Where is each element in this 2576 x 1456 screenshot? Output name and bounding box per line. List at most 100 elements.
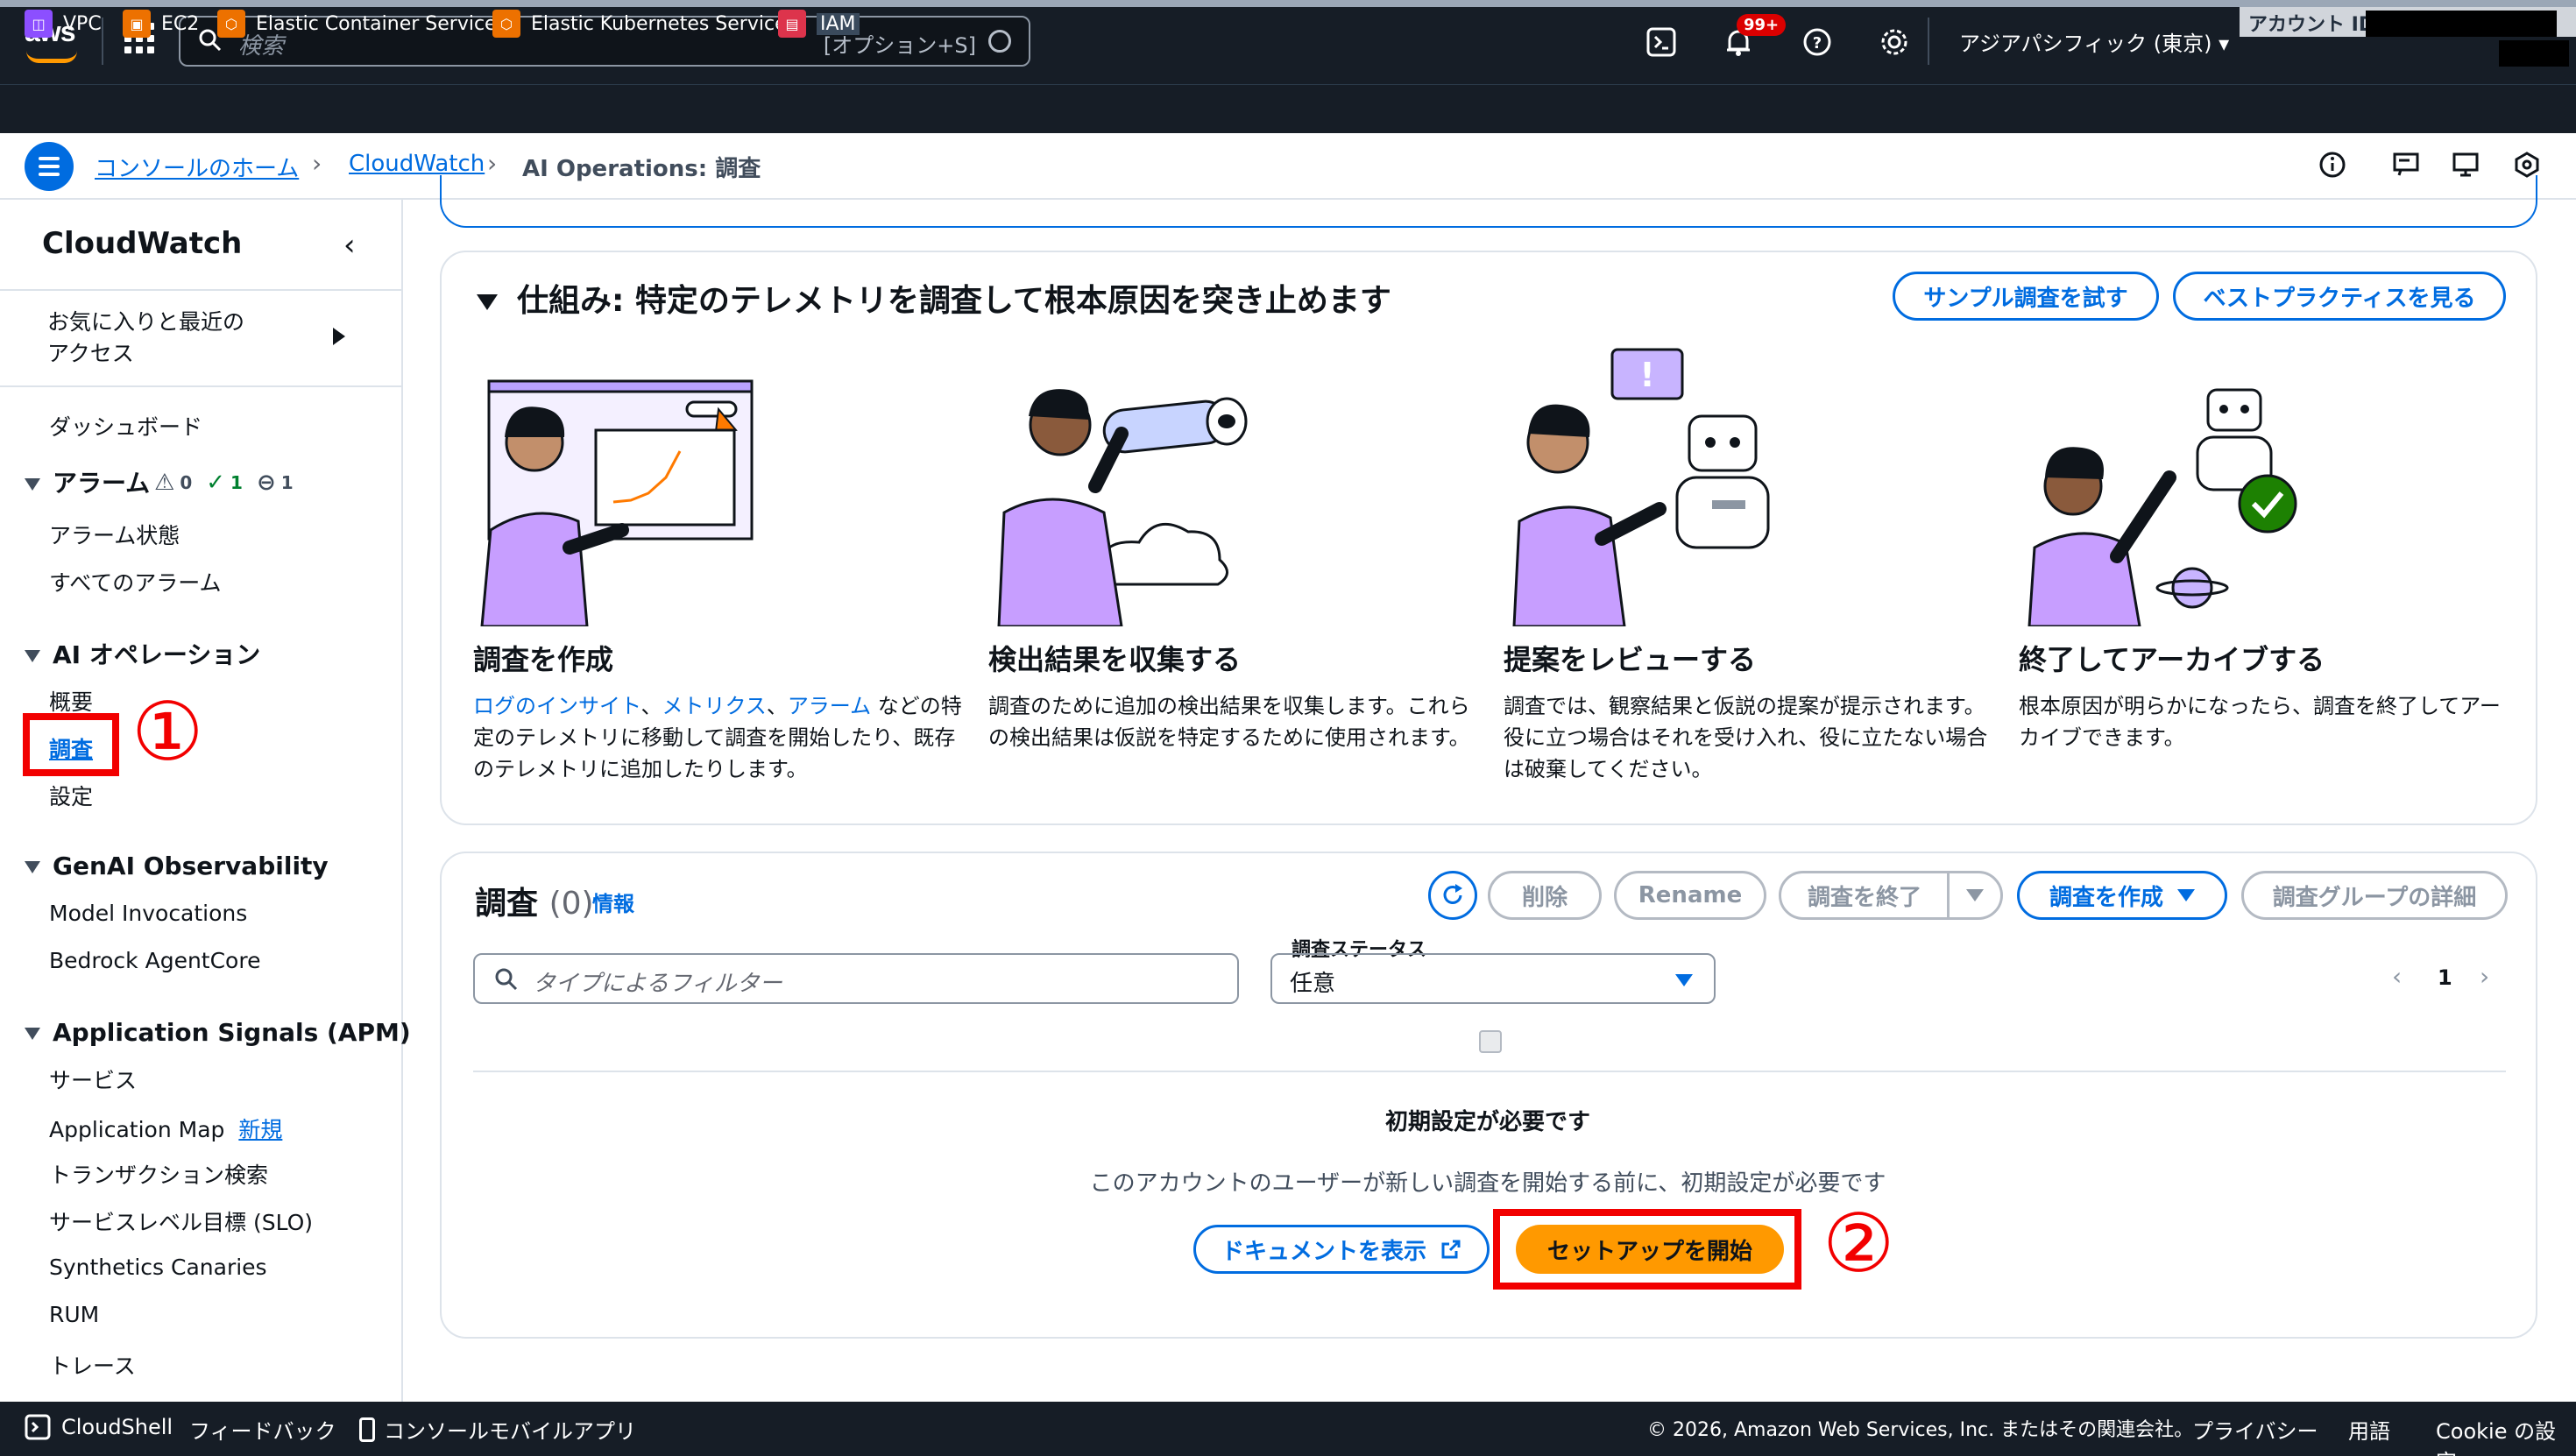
- iam-icon: ▤: [778, 10, 806, 38]
- ecs-icon: ⬡: [217, 10, 245, 38]
- alarms-link[interactable]: アラーム: [788, 694, 871, 718]
- sidebar-item-all-alarms[interactable]: すべてのアラーム: [49, 566, 222, 597]
- side-nav-toggle-button[interactable]: [25, 142, 74, 191]
- annotation-number-1: ①: [131, 685, 204, 779]
- keyboard-shortcut-icon: [988, 30, 1011, 53]
- refresh-icon: [1443, 884, 1462, 904]
- current-page[interactable]: 1: [2438, 965, 2452, 990]
- annotation-number-2: ②: [1822, 1197, 1895, 1290]
- empty-state-title: 初期設定が必要です: [1384, 1109, 1590, 1135]
- filter-input[interactable]: タイプによるフィルター: [473, 953, 1239, 1004]
- sidebar-item-dashboard[interactable]: ダッシュボード: [49, 410, 202, 442]
- filter-placeholder: タイプによるフィルター: [533, 971, 782, 997]
- help-icon[interactable]: ?: [1801, 26, 1833, 58]
- collect-findings-illustration: [997, 389, 1248, 626]
- alarm-counts: ⚠ 0 ✓ 1 ⊖ 1: [154, 470, 294, 496]
- vpc-icon: ◫: [25, 10, 53, 38]
- investigations-title: 調査 (0): [475, 886, 594, 922]
- search-icon: [495, 968, 518, 991]
- sidebar-item-slo[interactable]: サービスレベル目標 (SLO): [49, 1205, 313, 1237]
- account-id-redaction: [2366, 11, 2557, 37]
- status-filter-select[interactable]: 任意: [1270, 953, 1716, 1004]
- review-suggestions-illustration: !: [1512, 348, 1770, 626]
- cookie-settings-link[interactable]: Cookie の設定: [2436, 1414, 2576, 1456]
- refresh-button[interactable]: [1428, 871, 1477, 920]
- favorite-ec2[interactable]: ▣ EC2: [123, 9, 199, 39]
- rename-button[interactable]: Rename: [1614, 871, 1766, 920]
- best-practices-button[interactable]: ベストプラクティスを見る: [2173, 272, 2506, 321]
- view-documentation-button[interactable]: ドキュメントを表示: [1193, 1225, 1490, 1274]
- mobile-app-link[interactable]: コンソールモバイルアプリ: [359, 1414, 636, 1445]
- step-review-description: 調査では、観察結果と仮説の提案が提示されます。役に立つ場合はそれを受け入れ、役に…: [1504, 694, 1988, 781]
- external-link-icon: [1441, 1240, 1461, 1259]
- end-investigation-dropdown[interactable]: [1947, 871, 2003, 920]
- create-investigation-illustration: [480, 379, 754, 626]
- investigations-panel: [440, 852, 2537, 1339]
- mobile-icon: [359, 1417, 375, 1442]
- region-selector[interactable]: アジアパシフィック (東京) ▾: [1959, 26, 2229, 57]
- caret-down-icon: [1675, 974, 1693, 986]
- collapse-sidebar-icon[interactable]: ‹: [343, 228, 356, 263]
- create-investigation-button[interactable]: 調査を作成: [2017, 871, 2227, 920]
- log-insights-link[interactable]: ログのインサイト: [473, 694, 641, 718]
- sidebar-item-alarm-state[interactable]: アラーム状態: [49, 519, 180, 550]
- favorite-eks[interactable]: ⬡ Elastic Kubernetes Service: [492, 9, 787, 39]
- chevron-right-icon: ›: [312, 149, 322, 178]
- sidebar-item-bedrock-agentcore[interactable]: Bedrock AgentCore: [49, 948, 260, 973]
- step-review-title: 提案をレビューする: [1504, 643, 1757, 676]
- step-collect-description: 調査のために追加の検出結果を収集します。これらの検出結果は仮説を特定するために使…: [988, 694, 1470, 750]
- sidebar-section-alarms[interactable]: アラーム: [25, 464, 150, 499]
- divider: [0, 385, 401, 387]
- breadcrumb-cloudwatch[interactable]: CloudWatch: [349, 151, 485, 177]
- step-create-title: 調査を作成: [473, 643, 614, 676]
- caret-right-icon: [333, 328, 345, 345]
- privacy-link[interactable]: プライバシー: [2192, 1414, 2318, 1445]
- eks-icon: ⬡: [492, 10, 520, 38]
- chevron-right-icon: ›: [487, 149, 498, 178]
- settings-gear-icon[interactable]: [1879, 26, 1910, 58]
- investigation-group-details-button[interactable]: 調査グループの詳細: [2241, 871, 2508, 920]
- select-all-checkbox[interactable]: [1479, 1030, 1502, 1053]
- warning-icon: ⚠: [154, 470, 175, 496]
- step-create-description: ログのインサイト、メトリクス、アラーム などの特定のテレメトリに移動して調査を開…: [473, 694, 962, 781]
- favorite-ecs[interactable]: ⬡ Elastic Container Service: [217, 9, 497, 39]
- delete-button[interactable]: 削除: [1488, 871, 1602, 920]
- sidebar-item-settings[interactable]: 設定: [49, 780, 93, 811]
- sidebar-item-synthetics[interactable]: Synthetics Canaries: [49, 1255, 267, 1280]
- try-sample-investigation-button[interactable]: サンプル調査を試す: [1893, 272, 2159, 321]
- sidebar-item-traces[interactable]: トレース: [49, 1349, 136, 1381]
- breadcrumb-home[interactable]: コンソールのホーム: [95, 151, 299, 183]
- caret-down-icon: [1966, 889, 1984, 901]
- sidebar-section-genai[interactable]: GenAI Observability: [25, 852, 329, 880]
- previous-panel-bottom: [440, 175, 2537, 228]
- copyright: © 2026, Amazon Web Services, Inc. またはその関…: [1647, 1419, 2194, 1441]
- close-archive-illustration: [2028, 388, 2297, 626]
- feedback-link[interactable]: フィードバック: [189, 1414, 336, 1445]
- sidebar-item-investigations[interactable]: 調査: [49, 732, 93, 764]
- metrics-link[interactable]: メトリクス: [662, 694, 767, 718]
- start-setup-button[interactable]: セットアップを開始: [1516, 1225, 1784, 1274]
- terms-link[interactable]: 用語: [2348, 1414, 2390, 1445]
- cloudshell-icon[interactable]: [1645, 26, 1677, 58]
- previous-page-button[interactable]: ‹: [2392, 962, 2402, 991]
- step-collect-title: 検出結果を収集する: [988, 643, 1242, 676]
- check-circle-icon: ✓: [206, 470, 226, 496]
- favorite-vpc[interactable]: ◫ VPC: [25, 9, 102, 39]
- divider: [0, 289, 401, 291]
- next-page-button[interactable]: ›: [2480, 962, 2489, 991]
- cloudshell-icon: [25, 1414, 51, 1440]
- sidebar-item-rum[interactable]: RUM: [49, 1302, 99, 1327]
- sidebar-section-application-signals[interactable]: Application Signals (APM): [25, 1018, 411, 1047]
- sidebar-item-services[interactable]: サービス: [49, 1064, 137, 1095]
- sidebar-section-ai-operations[interactable]: AI オペレーション: [25, 636, 260, 671]
- favorite-iam[interactable]: ▤ IAM: [778, 9, 860, 39]
- info-link[interactable]: 情報: [592, 887, 634, 917]
- sidebar-item-overview[interactable]: 概要: [49, 685, 93, 717]
- cloudshell-footer-button[interactable]: CloudShell: [25, 1414, 173, 1440]
- sidebar-item-model-invocations[interactable]: Model Invocations: [49, 901, 247, 926]
- end-investigation-button[interactable]: 調査を終了: [1779, 871, 1950, 920]
- how-it-works-heading[interactable]: 仕組み: 特定のテレメトリを調査して根本原因を突き止めます: [477, 275, 1391, 321]
- svg-text:?: ?: [1813, 34, 1822, 53]
- step-archive-description: 根本原因が明らかになったら、調査を終了してアーカイブできます。: [2019, 694, 2501, 750]
- favorites-recent-section[interactable]: お気に入りと最近の アクセス: [47, 307, 244, 370]
